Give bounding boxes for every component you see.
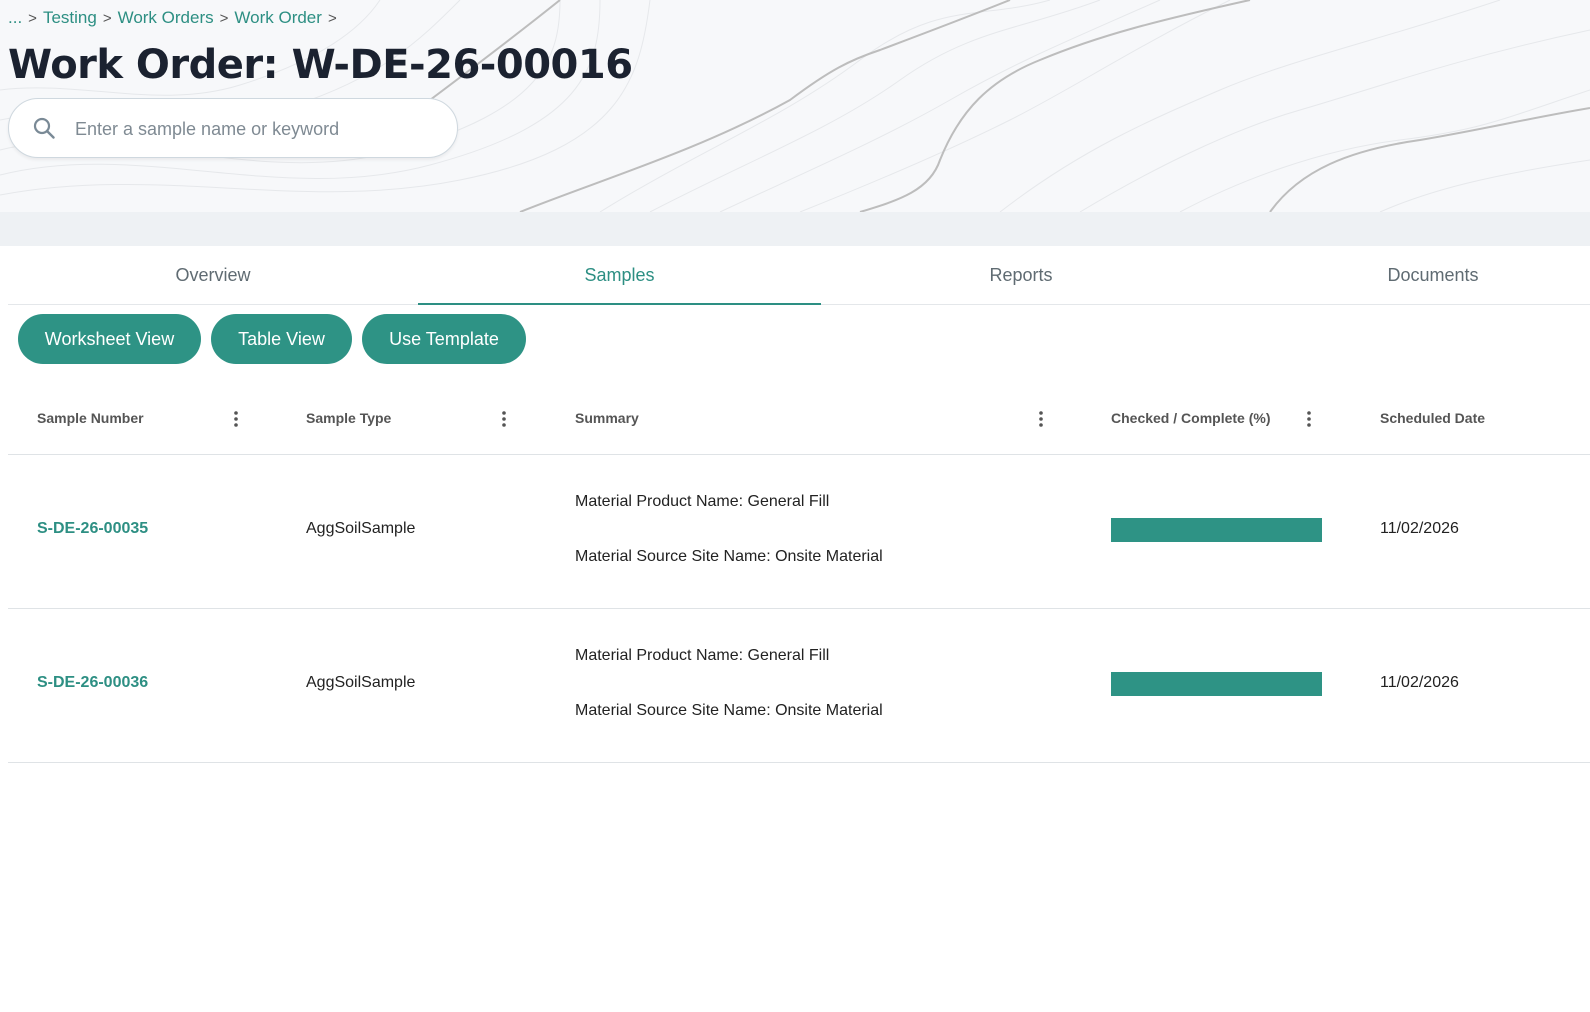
- sample-type: AggSoilSample: [306, 520, 416, 537]
- summary-line: Material Source Site Name: Onsite Materi…: [575, 548, 883, 565]
- column-header-scheduled-date[interactable]: Scheduled Date: [1380, 392, 1485, 454]
- breadcrumb-ellipsis[interactable]: ...: [8, 8, 22, 28]
- breadcrumb-testing[interactable]: Testing: [43, 8, 97, 28]
- page-title: Work Order: W-DE-26-00016: [8, 42, 633, 88]
- breadcrumb: ... > Testing > Work Orders > Work Order…: [8, 8, 337, 28]
- content-band: [0, 212, 1590, 246]
- kebab-menu-icon[interactable]: [229, 410, 243, 428]
- sample-number-link[interactable]: S-DE-26-00035: [37, 520, 148, 538]
- table-row[interactable]: S-DE-26-00035 AggSoilSample Material Pro…: [8, 455, 1590, 609]
- tab-overview[interactable]: Overview: [8, 246, 418, 304]
- worksheet-view-button[interactable]: Worksheet View: [18, 314, 201, 364]
- summary-line: Material Product Name: General Fill: [575, 493, 830, 510]
- breadcrumb-separator: >: [28, 9, 37, 27]
- scheduled-date: 11/02/2026: [1380, 520, 1459, 537]
- column-header-sample-number[interactable]: Sample Number: [37, 392, 144, 454]
- tab-bar: Overview Samples Reports Documents: [8, 246, 1590, 305]
- breadcrumb-separator: >: [327, 9, 337, 27]
- sample-type: AggSoilSample: [306, 674, 416, 691]
- search-box: [8, 98, 458, 158]
- kebab-menu-icon[interactable]: [1302, 410, 1316, 428]
- summary-line: Material Source Site Name: Onsite Materi…: [575, 702, 883, 719]
- sample-number-link[interactable]: S-DE-26-00036: [37, 674, 148, 692]
- use-template-button[interactable]: Use Template: [362, 314, 526, 364]
- breadcrumb-work-order[interactable]: Work Order: [234, 8, 322, 28]
- tab-documents[interactable]: Documents: [1228, 246, 1590, 304]
- table-header: Sample Number Sample Type Summary Checke…: [8, 392, 1590, 455]
- breadcrumb-work-orders[interactable]: Work Orders: [118, 8, 214, 28]
- search-icon: [33, 117, 55, 139]
- scheduled-date: 11/02/2026: [1380, 674, 1459, 691]
- kebab-menu-icon[interactable]: [497, 410, 511, 428]
- breadcrumb-separator: >: [102, 9, 112, 27]
- table-row[interactable]: S-DE-26-00036 AggSoilSample Material Pro…: [8, 609, 1590, 763]
- progress-bar: [1111, 672, 1322, 696]
- column-header-checked-complete[interactable]: Checked / Complete (%): [1111, 392, 1270, 454]
- breadcrumb-separator: >: [219, 9, 229, 27]
- column-header-summary[interactable]: Summary: [575, 392, 639, 454]
- tab-reports[interactable]: Reports: [821, 246, 1221, 304]
- search-input[interactable]: [73, 109, 447, 149]
- kebab-menu-icon[interactable]: [1034, 410, 1048, 428]
- samples-card: Overview Samples Reports Documents Works…: [8, 246, 1590, 1012]
- tab-samples[interactable]: Samples: [418, 246, 821, 305]
- table-view-button[interactable]: Table View: [211, 314, 352, 364]
- progress-bar: [1111, 518, 1322, 542]
- column-header-sample-type[interactable]: Sample Type: [306, 392, 391, 454]
- summary-line: Material Product Name: General Fill: [575, 647, 830, 664]
